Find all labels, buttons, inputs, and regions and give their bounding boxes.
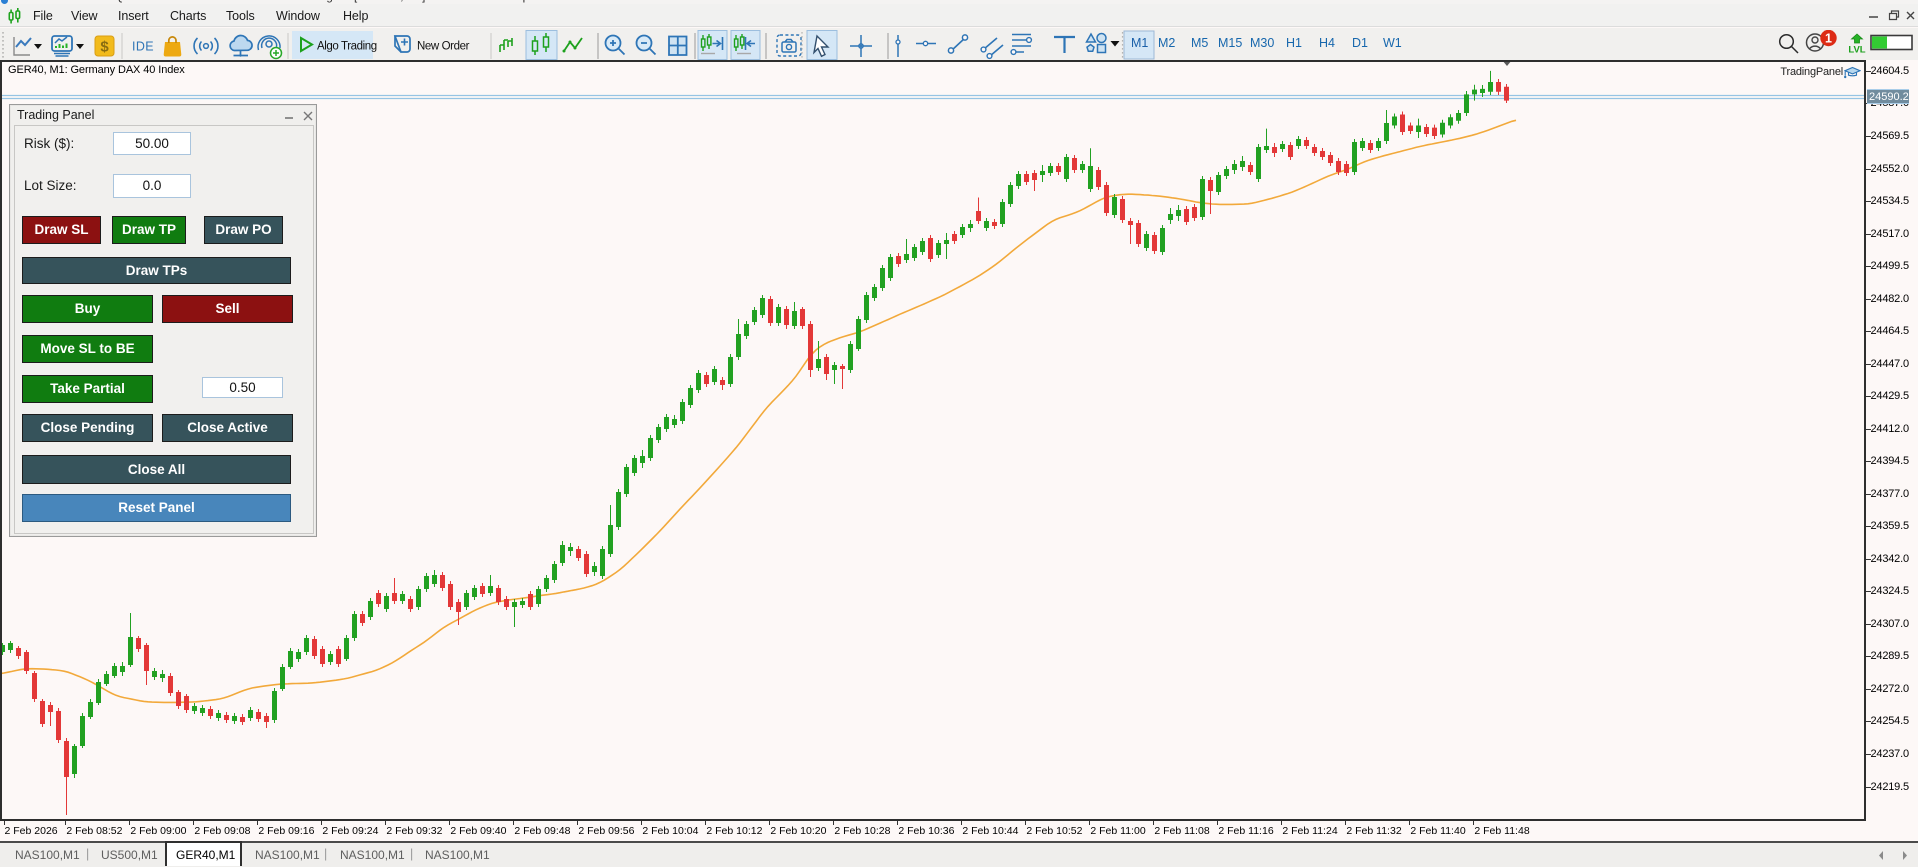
svg-text:IDE: IDE	[132, 40, 154, 54]
svg-text:$: $	[100, 39, 109, 56]
svg-text:New Order: New Order	[417, 41, 470, 53]
svg-text:Algo Trading: Algo Trading	[317, 41, 377, 53]
svg-text:LVL: LVL	[1848, 45, 1865, 56]
svg-text:1: 1	[1825, 32, 1832, 46]
